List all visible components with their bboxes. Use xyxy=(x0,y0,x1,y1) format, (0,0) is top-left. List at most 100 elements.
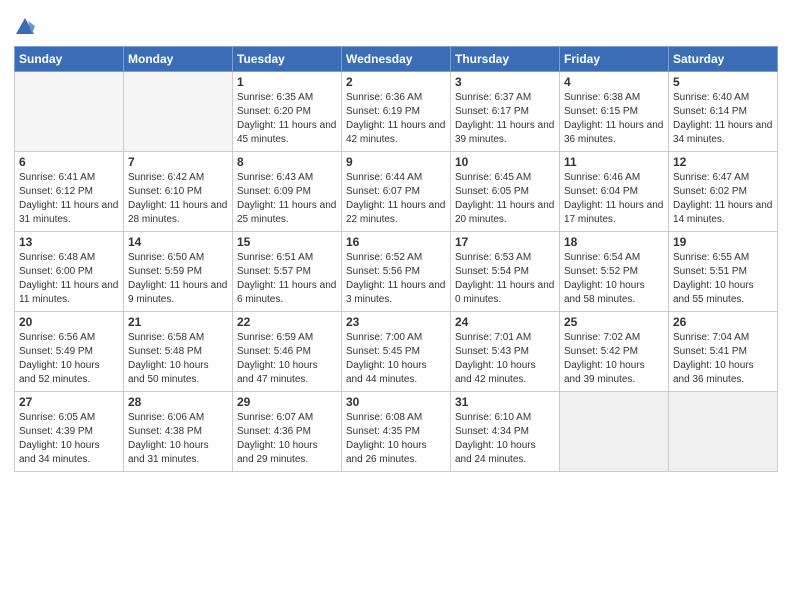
calendar-cell: 11 Sunrise: 6:46 AMSunset: 6:04 PMDayligh… xyxy=(560,152,669,232)
weekday-header-wednesday: Wednesday xyxy=(342,47,451,72)
calendar-cell: 20 Sunrise: 6:56 AMSunset: 5:49 PMDayligh… xyxy=(15,312,124,392)
calendar-week-row: 27 Sunrise: 6:05 AMSunset: 4:39 PMDayligh… xyxy=(15,392,778,472)
day-number: 24 xyxy=(455,315,555,329)
day-number: 27 xyxy=(19,395,119,409)
calendar-cell: 19 Sunrise: 6:55 AMSunset: 5:51 PMDayligh… xyxy=(669,232,778,312)
calendar-cell: 17 Sunrise: 6:53 AMSunset: 5:54 PMDayligh… xyxy=(451,232,560,312)
header xyxy=(14,10,778,38)
day-number: 16 xyxy=(346,235,446,249)
day-info: Sunrise: 6:55 AMSunset: 5:51 PMDaylight:… xyxy=(673,251,773,307)
calendar-cell: 18 Sunrise: 6:54 AMSunset: 5:52 PMDayligh… xyxy=(560,232,669,312)
calendar-cell xyxy=(15,72,124,152)
calendar-cell: 7Sunrise: 6:42 AMSunset: 6:10 PMDaylight… xyxy=(124,152,233,232)
calendar-cell: 13Sunrise: 6:48 AMSunset: 6:00 PMDayligh… xyxy=(15,232,124,312)
day-number: 25 xyxy=(564,315,664,329)
day-info: Sunrise: 6:59 AMSunset: 5:46 PMDaylight:… xyxy=(237,331,337,387)
day-info: Sunrise: 6:58 AMSunset: 5:48 PMDaylight:… xyxy=(128,331,228,387)
day-info: Sunrise: 6:45 AMSunset: 6:05 PMDaylight:… xyxy=(455,171,555,227)
day-number: 31 xyxy=(455,395,555,409)
calendar-cell: 9Sunrise: 6:44 AMSunset: 6:07 PMDaylight… xyxy=(342,152,451,232)
day-number: 10 xyxy=(455,155,555,169)
day-info: Sunrise: 6:43 AMSunset: 6:09 PMDaylight:… xyxy=(237,171,337,227)
weekday-header-monday: Monday xyxy=(124,47,233,72)
calendar-cell: 24 Sunrise: 7:01 AMSunset: 5:43 PMDayligh… xyxy=(451,312,560,392)
day-info: Sunrise: 6:50 AMSunset: 5:59 PMDaylight:… xyxy=(128,251,228,307)
day-number: 6 xyxy=(19,155,119,169)
calendar-week-row: 6 Sunrise: 6:41 AMSunset: 6:12 PMDaylight… xyxy=(15,152,778,232)
day-info: Sunrise: 7:01 AMSunset: 5:43 PMDaylight:… xyxy=(455,331,555,387)
calendar-cell: 2 Sunrise: 6:36 AMSunset: 6:19 PMDaylight… xyxy=(342,72,451,152)
day-info: Sunrise: 7:00 AMSunset: 5:45 PMDaylight:… xyxy=(346,331,446,387)
day-number: 23 xyxy=(346,315,446,329)
page: SundayMondayTuesdayWednesdayThursdayFrid… xyxy=(0,0,792,612)
calendar-cell: 15Sunrise: 6:51 AMSunset: 5:57 PMDayligh… xyxy=(233,232,342,312)
day-info: Sunrise: 6:46 AMSunset: 6:04 PMDaylight:… xyxy=(564,171,664,227)
day-info: Sunrise: 6:37 AMSunset: 6:17 PMDaylight:… xyxy=(455,91,555,147)
calendar-cell: 5 Sunrise: 6:40 AMSunset: 6:14 PMDaylight… xyxy=(669,72,778,152)
logo xyxy=(14,14,36,38)
calendar-week-row: 20 Sunrise: 6:56 AMSunset: 5:49 PMDayligh… xyxy=(15,312,778,392)
day-info: Sunrise: 6:07 AMSunset: 4:36 PMDaylight:… xyxy=(237,411,337,467)
weekday-header-sunday: Sunday xyxy=(15,47,124,72)
calendar-cell xyxy=(669,392,778,472)
day-number: 29 xyxy=(237,395,337,409)
calendar-cell: 25 Sunrise: 7:02 AMSunset: 5:42 PMDayligh… xyxy=(560,312,669,392)
day-info: Sunrise: 6:40 AMSunset: 6:14 PMDaylight:… xyxy=(673,91,773,147)
calendar-table: SundayMondayTuesdayWednesdayThursdayFrid… xyxy=(14,46,778,472)
day-info: Sunrise: 6:08 AMSunset: 4:35 PMDaylight:… xyxy=(346,411,446,467)
day-info: Sunrise: 6:36 AMSunset: 6:19 PMDaylight:… xyxy=(346,91,446,147)
weekday-header-friday: Friday xyxy=(560,47,669,72)
day-info: Sunrise: 6:52 AMSunset: 5:56 PMDaylight:… xyxy=(346,251,446,307)
day-number: 9 xyxy=(346,155,446,169)
calendar-cell: 27 Sunrise: 6:05 AMSunset: 4:39 PMDayligh… xyxy=(15,392,124,472)
calendar-cell: 10 Sunrise: 6:45 AMSunset: 6:05 PMDayligh… xyxy=(451,152,560,232)
day-number: 22 xyxy=(237,315,337,329)
calendar-cell: 31 Sunrise: 6:10 AMSunset: 4:34 PMDayligh… xyxy=(451,392,560,472)
calendar-cell: 28 Sunrise: 6:06 AMSunset: 4:38 PMDayligh… xyxy=(124,392,233,472)
weekday-header-saturday: Saturday xyxy=(669,47,778,72)
day-number: 17 xyxy=(455,235,555,249)
day-number: 12 xyxy=(673,155,773,169)
calendar-cell: 14 Sunrise: 6:50 AMSunset: 5:59 PMDayligh… xyxy=(124,232,233,312)
weekday-header-tuesday: Tuesday xyxy=(233,47,342,72)
day-number: 8 xyxy=(237,155,337,169)
day-number: 3 xyxy=(455,75,555,89)
calendar-cell: 21 Sunrise: 6:58 AMSunset: 5:48 PMDayligh… xyxy=(124,312,233,392)
calendar-cell xyxy=(560,392,669,472)
day-info: Sunrise: 6:53 AMSunset: 5:54 PMDaylight:… xyxy=(455,251,555,307)
day-info: Sunrise: 6:10 AMSunset: 4:34 PMDaylight:… xyxy=(455,411,555,467)
day-number: 2 xyxy=(346,75,446,89)
day-info: Sunrise: 6:54 AMSunset: 5:52 PMDaylight:… xyxy=(564,251,664,307)
day-number: 14 xyxy=(128,235,228,249)
day-number: 20 xyxy=(19,315,119,329)
day-number: 5 xyxy=(673,75,773,89)
calendar-week-row: 13Sunrise: 6:48 AMSunset: 6:00 PMDayligh… xyxy=(15,232,778,312)
calendar-cell: 3 Sunrise: 6:37 AMSunset: 6:17 PMDaylight… xyxy=(451,72,560,152)
calendar-cell: 22 Sunrise: 6:59 AMSunset: 5:46 PMDayligh… xyxy=(233,312,342,392)
calendar-cell: 4Sunrise: 6:38 AMSunset: 6:15 PMDaylight… xyxy=(560,72,669,152)
day-info: Sunrise: 6:47 AMSunset: 6:02 PMDaylight:… xyxy=(673,171,773,227)
calendar-cell: 30 Sunrise: 6:08 AMSunset: 4:35 PMDayligh… xyxy=(342,392,451,472)
calendar-cell: 23 Sunrise: 7:00 AMSunset: 5:45 PMDayligh… xyxy=(342,312,451,392)
day-number: 28 xyxy=(128,395,228,409)
day-info: Sunrise: 6:41 AMSunset: 6:12 PMDaylight:… xyxy=(19,171,119,227)
logo-icon xyxy=(14,16,36,38)
day-number: 18 xyxy=(564,235,664,249)
day-info: Sunrise: 6:05 AMSunset: 4:39 PMDaylight:… xyxy=(19,411,119,467)
calendar-cell: 8 Sunrise: 6:43 AMSunset: 6:09 PMDaylight… xyxy=(233,152,342,232)
day-number: 30 xyxy=(346,395,446,409)
calendar-cell: 6 Sunrise: 6:41 AMSunset: 6:12 PMDaylight… xyxy=(15,152,124,232)
weekday-header-thursday: Thursday xyxy=(451,47,560,72)
day-number: 1 xyxy=(237,75,337,89)
day-number: 19 xyxy=(673,235,773,249)
day-number: 11 xyxy=(564,155,664,169)
day-number: 4 xyxy=(564,75,664,89)
calendar-cell xyxy=(124,72,233,152)
day-info: Sunrise: 6:56 AMSunset: 5:49 PMDaylight:… xyxy=(19,331,119,387)
day-number: 26 xyxy=(673,315,773,329)
day-number: 15 xyxy=(237,235,337,249)
day-number: 21 xyxy=(128,315,228,329)
day-number: 13 xyxy=(19,235,119,249)
day-info: Sunrise: 6:06 AMSunset: 4:38 PMDaylight:… xyxy=(128,411,228,467)
day-info: Sunrise: 7:02 AMSunset: 5:42 PMDaylight:… xyxy=(564,331,664,387)
